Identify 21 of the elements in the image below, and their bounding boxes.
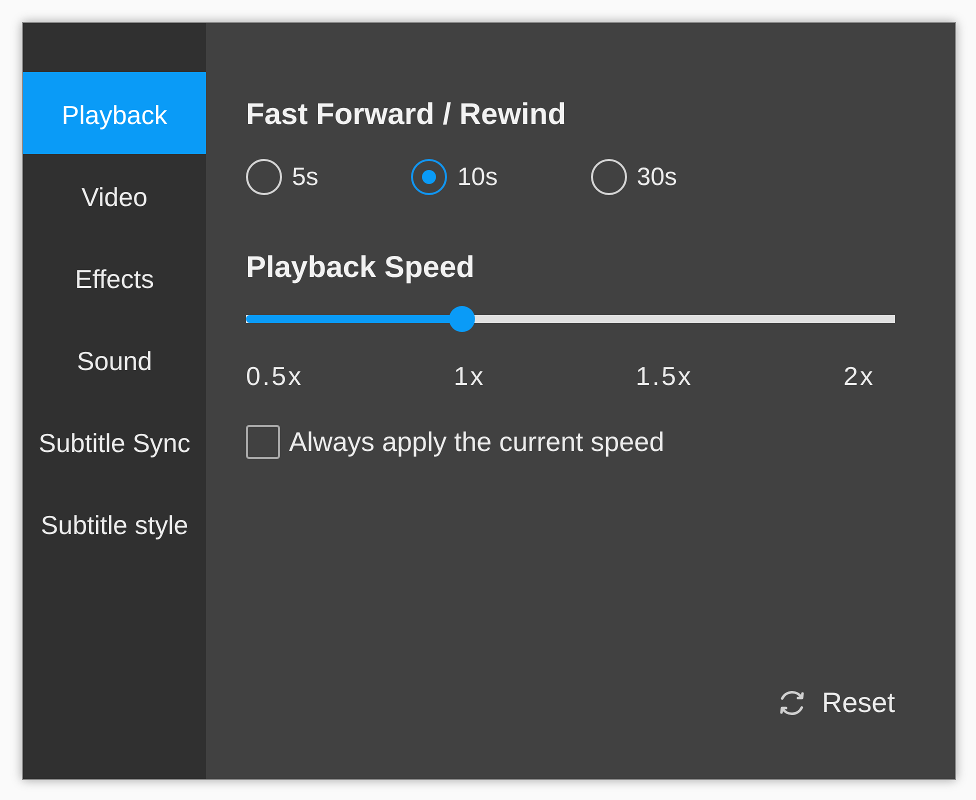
checkbox[interactable]	[246, 425, 280, 459]
radio-label: 30s	[636, 162, 678, 192]
section-title: Playback Speed	[246, 251, 474, 285]
radio-button[interactable]	[590, 159, 627, 195]
sidebar-item[interactable]: Video	[23, 154, 206, 236]
radio-button[interactable]	[411, 159, 448, 195]
speed-tick-label: 1.5x	[636, 361, 693, 391]
section-title: Fast Forward / Rewind	[246, 98, 566, 132]
slider-thumb[interactable]	[449, 306, 476, 332]
checkbox-label: Always apply the current speed	[289, 426, 664, 458]
radio-label: 5s	[292, 162, 318, 192]
radio-label: 10s	[457, 162, 498, 192]
sidebar-item[interactable]: Sound	[23, 318, 206, 400]
reset-button[interactable]: Reset	[776, 685, 895, 721]
speed-tick-label: 1x	[454, 361, 486, 391]
sidebar-item[interactable]: Subtitle Sync	[23, 400, 206, 482]
sidebar-item[interactable]: Effects	[23, 236, 206, 318]
speed-tick-label: 0.5x	[246, 361, 304, 391]
radio-button[interactable]	[246, 159, 282, 195]
speed-tick-label: 2x	[844, 361, 875, 391]
sidebar-item[interactable]: Subtitle style	[23, 482, 206, 564]
